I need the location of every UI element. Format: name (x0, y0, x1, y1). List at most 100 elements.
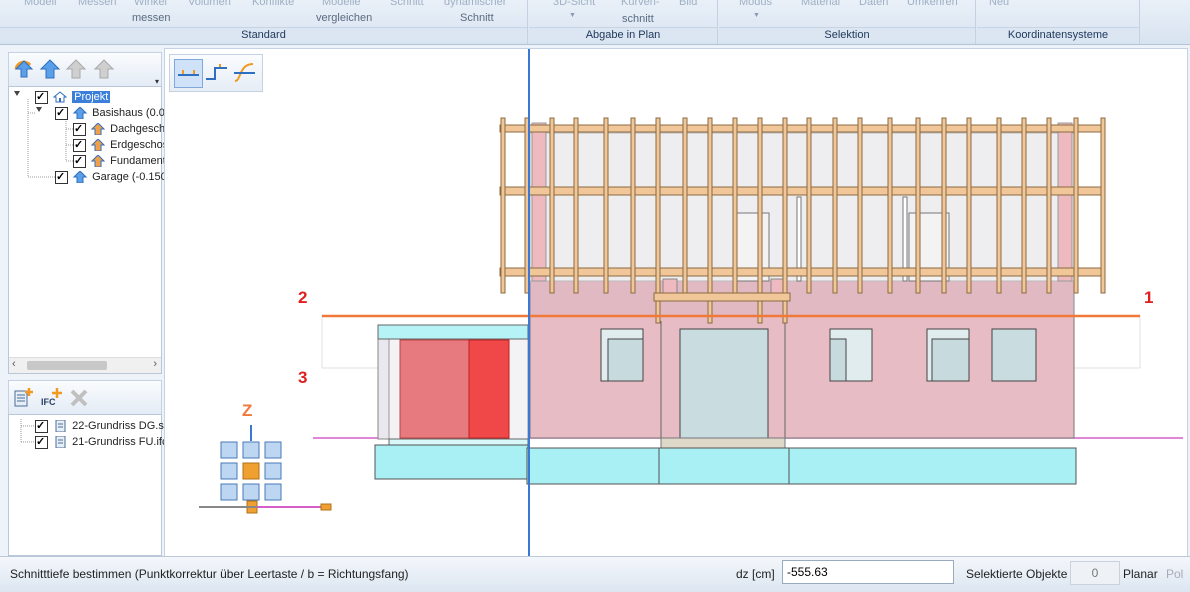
status-bar: Schnitttiefe bestimmen (Punktkorrektur ü… (0, 556, 1190, 592)
ribbon-group-title-selektion: Selektion (719, 27, 975, 42)
tree-item-projekt[interactable]: Projekt (35, 89, 111, 105)
section-curve-button[interactable] (231, 59, 258, 86)
tree-item-label[interactable]: Dachgesch (110, 123, 165, 135)
axis-gizmo[interactable] (199, 425, 332, 514)
ribbon-group-koordinaten: Neu Koordinatensysteme (977, 0, 1140, 44)
project-tree: Projekt Basishaus (0.00 Dachgesch Erdges… (8, 86, 171, 374)
ribbon-group-selektion: Modus Material Daten Umkehren ▼ Selektio… (719, 0, 976, 44)
arrow-up-icon[interactable] (39, 57, 61, 81)
ribbon-faded-3dsicht[interactable]: 3D-Sicht (553, 0, 595, 8)
scrollbar-thumb[interactable] (27, 361, 107, 370)
ribbon-faded-konflikte[interactable]: Konflikte (252, 0, 294, 8)
dz-input[interactable] (782, 560, 954, 584)
arrow-up-icon (91, 155, 106, 168)
arrow-up-icon (91, 139, 106, 152)
view-toolbar (169, 54, 263, 92)
section-step-icon (206, 64, 227, 80)
list-item[interactable]: 22-Grundriss DG.sn (35, 418, 170, 434)
ribbon-label-schnitt[interactable]: Schnitt (460, 12, 494, 24)
tree-item-label[interactable]: Projekt (72, 91, 111, 103)
ribbon-group-title-abgabe: Abgabe in Plan (529, 27, 717, 42)
tree-item-label[interactable]: Fundament (110, 155, 166, 167)
add-file-icon[interactable] (12, 387, 34, 409)
arrow-up-icon (91, 123, 106, 136)
ribbon-faded-modus[interactable]: Modus (739, 0, 772, 8)
scroll-right-icon[interactable]: › (153, 358, 157, 370)
axis-label-z: Z (242, 401, 253, 420)
section-step-button[interactable] (203, 59, 230, 86)
ifc-file-label[interactable]: 21-Grundriss FU.ifc (72, 436, 167, 448)
ribbon-group-title-koordinaten: Koordinatensysteme (977, 27, 1139, 42)
ifc-file-label[interactable]: 22-Grundriss DG.sn (72, 420, 170, 432)
arrow-up-disabled-icon[interactable] (93, 57, 115, 81)
checkbox-erdgeschoss[interactable] (73, 137, 86, 153)
ifc-file-list: 22-Grundriss DG.sn 21-Grundriss FU.ifc (8, 414, 170, 556)
checkbox-file[interactable] (35, 434, 48, 450)
refresh-up-icon[interactable] (12, 57, 36, 81)
ribbon-faded-volumen[interactable]: Volumen (188, 0, 231, 8)
tree-item-fundament[interactable]: Fundament (73, 153, 166, 169)
ribbon-faded-material[interactable]: Material (801, 0, 840, 8)
toolbar-overflow-icon[interactable]: ▾ (155, 77, 159, 86)
ribbon-faded-messen[interactable]: Messen (78, 0, 117, 8)
ribbon-label-vergleichen[interactable]: vergleichen (316, 12, 372, 24)
tree-item-dachgeschoss[interactable]: Dachgesch (73, 121, 165, 137)
tree-item-label[interactable]: Garage (-0.150 (92, 171, 167, 183)
scroll-left-icon[interactable]: ‹ (12, 358, 16, 370)
ribbon-group-standard: Modell Messen Winkel Volumen Konflikte M… (0, 0, 528, 44)
checkbox-projekt[interactable] (35, 89, 48, 105)
ifc-toolbar: IFC (8, 380, 162, 416)
selected-objects-label: Selektierte Objekte (966, 567, 1068, 581)
dz-label: dz [cm] (736, 567, 775, 581)
chevron-down-icon[interactable]: ▼ (569, 12, 576, 19)
checkbox-dachgeschoss[interactable] (73, 121, 86, 137)
ribbon-faded-neu[interactable]: Neu (989, 0, 1009, 8)
ribbon-faded-daten[interactable]: Daten (859, 0, 888, 8)
planar-toggle[interactable]: Planar (1123, 567, 1158, 581)
arrow-up-disabled-icon[interactable] (65, 57, 87, 81)
ribbon-faded-kurven[interactable]: Kurven- (621, 0, 660, 8)
tree-item-basishaus[interactable]: Basishaus (0.00 (55, 105, 171, 121)
arrow-up-icon (73, 171, 88, 184)
ribbon-faded-modell[interactable]: Modell (24, 0, 56, 8)
tree-item-label[interactable]: Basishaus (0.00 (92, 107, 171, 119)
checkbox-garage[interactable] (55, 169, 68, 185)
arrow-up-icon (73, 107, 88, 120)
ribbon: Modell Messen Winkel Volumen Konflikte M… (0, 0, 1190, 45)
tree-item-erdgeschoss[interactable]: Erdgeschos (73, 137, 168, 153)
ribbon-faded-winkel[interactable]: Winkel (134, 0, 167, 8)
section-plane-icon (178, 70, 199, 76)
selected-objects-count: 0 (1070, 561, 1120, 585)
checkbox-fundament[interactable] (73, 153, 86, 169)
delete-icon[interactable] (69, 388, 89, 408)
ribbon-label-schnitt-plan[interactable]: schnitt (622, 13, 654, 25)
ribbon-faded-umkehren[interactable]: Umkehren (907, 0, 958, 8)
add-ifc-button[interactable]: IFC (39, 387, 65, 409)
section-curve-icon (234, 63, 255, 82)
status-message: Schnitttiefe bestimmen (Punktkorrektur ü… (10, 567, 409, 581)
ribbon-group-title-standard: Standard (0, 27, 527, 42)
tree-toolbar: ▾ (8, 52, 162, 88)
ifc-label: IFC (41, 397, 56, 407)
building-section-drawing[interactable] (165, 49, 1187, 557)
polar-toggle[interactable]: Pol (1166, 567, 1183, 581)
checkbox-file[interactable] (35, 418, 48, 434)
chevron-down-icon[interactable]: ▼ (753, 12, 760, 19)
ribbon-group-abgabe: 3D-Sicht Kurven- Bild ▼ schnitt Abgabe i… (529, 0, 718, 44)
section-marker-2: 2 (298, 288, 308, 307)
ribbon-faded-dynamischer[interactable]: dynamischer (444, 0, 506, 8)
list-item[interactable]: 21-Grundriss FU.ifc (35, 434, 167, 450)
ribbon-label-messen[interactable]: messen (132, 12, 171, 24)
checkbox-basishaus[interactable] (55, 105, 68, 121)
section-plane-button[interactable] (174, 59, 203, 88)
ribbon-faded-modelle[interactable]: Modelle (322, 0, 361, 8)
section-marker-1: 1 (1144, 288, 1154, 307)
file-icon (55, 436, 66, 449)
tree-item-garage[interactable]: Garage (-0.150 (55, 169, 167, 185)
section-marker-3: 3 (298, 368, 308, 387)
tree-horizontal-scrollbar[interactable]: ‹ › (9, 357, 161, 373)
tree-item-label[interactable]: Erdgeschos (110, 139, 168, 151)
ribbon-faded-bild[interactable]: Bild (679, 0, 697, 8)
model-viewport[interactable]: Z (164, 48, 1188, 558)
ribbon-faded-schnitt[interactable]: Schnitt (390, 0, 424, 8)
